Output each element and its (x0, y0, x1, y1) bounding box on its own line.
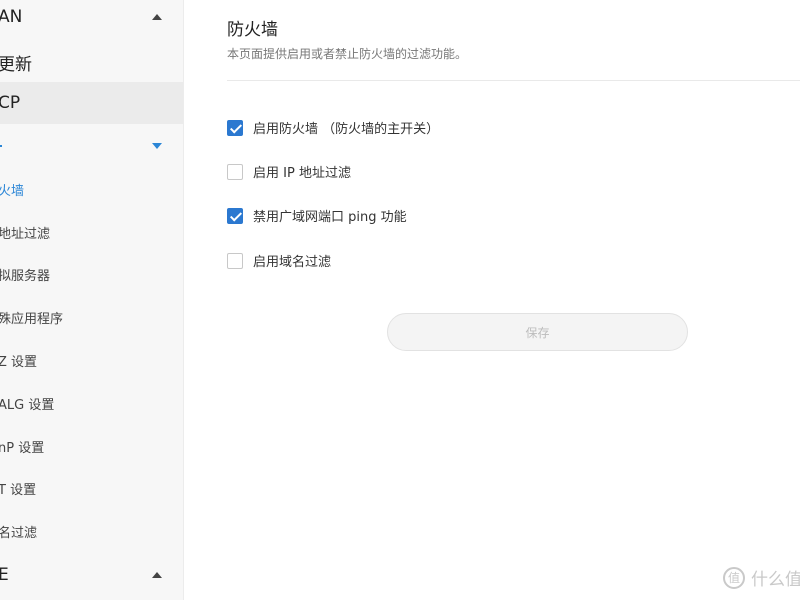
checkbox-checked[interactable] (227, 119, 243, 136)
sidebar-item-label: 火墙 (0, 183, 25, 199)
option-enable-firewall[interactable]: 启用防火墙 （防火墙的主开关） (227, 118, 439, 137)
checkbox-unchecked[interactable] (227, 252, 243, 269)
sidebar-item-domain-filter[interactable]: 名过滤 (0, 519, 183, 543)
sidebar-item-update[interactable]: 更新 (0, 43, 183, 81)
main-content: 防火墙 本页面提供启用或者禁止防火墙的过滤功能。 启用防火墙 （防火墙的主开关）… (184, 0, 800, 600)
watermark-logo-icon: 值 (723, 566, 745, 589)
sidebar-group-wan[interactable]: AN (0, 0, 183, 34)
sidebar-item-dmz[interactable]: Z 设置 (0, 348, 183, 372)
option-label: 启用域名过滤 (253, 255, 332, 270)
option-enable-ip-filter[interactable]: 启用 IP 地址过滤 (227, 162, 351, 181)
checkbox-unchecked[interactable] (227, 163, 243, 180)
watermark-text: 什么值 (751, 570, 800, 590)
option-label: 启用 IP 地址过滤 (253, 166, 351, 181)
sidebar-item-virtual-server[interactable]: 拟服务器 (0, 262, 183, 286)
option-enable-domain-filter[interactable]: 启用域名过滤 (227, 251, 331, 270)
sidebar-item-label: 名过滤 (0, 525, 38, 541)
router-admin-page: AN 更新 CP 火墙 地址过滤 拟服务器 殊应用程序 Z 设置 ALG 设置 … (0, 0, 800, 600)
sidebar-item-firewall[interactable]: 火墙 (0, 177, 183, 201)
sidebar-item-dhcp[interactable]: CP (0, 82, 183, 124)
sidebar-item-label: E (0, 565, 9, 585)
sidebar-item-label: nP 设置 (0, 440, 45, 456)
sidebar-item-alg[interactable]: ALG 设置 (0, 391, 183, 415)
sidebar-group-security[interactable] (0, 128, 183, 164)
sidebar-item-label: CP (0, 93, 21, 113)
chevron-up-icon (152, 572, 162, 578)
sidebar-item-special-apps[interactable]: 殊应用程序 (0, 305, 183, 329)
sidebar-item-label: 拟服务器 (0, 268, 51, 284)
sidebar-item-label: 殊应用程序 (0, 311, 64, 327)
active-group-marker (0, 145, 2, 147)
sidebar-item-label: Z 设置 (0, 354, 38, 370)
sidebar-item-label: ALG 设置 (0, 397, 55, 413)
page-description: 本页面提供启用或者禁止防火墙的过滤功能。 (227, 47, 468, 61)
sidebar-item-label: T 设置 (0, 482, 37, 498)
checkbox-checked[interactable] (227, 207, 243, 224)
option-label: 启用防火墙 （防火墙的主开关） (253, 122, 440, 137)
option-label: 禁用广域网端口 ping 功能 (253, 210, 407, 225)
watermark: 值 什么值 (723, 565, 800, 590)
sidebar-item-label: 更新 (0, 54, 32, 75)
chevron-down-icon (152, 143, 162, 149)
chevron-up-icon (152, 14, 162, 20)
sidebar-item-label: AN (0, 7, 23, 27)
divider (227, 80, 800, 81)
sidebar-item-upnp[interactable]: nP 设置 (0, 434, 183, 458)
sidebar-item-ip-filter[interactable]: 地址过滤 (0, 220, 183, 244)
sidebar-item-label: 地址过滤 (0, 226, 51, 242)
sidebar: AN 更新 CP 火墙 地址过滤 拟服务器 殊应用程序 Z 设置 ALG 设置 … (0, 0, 184, 600)
sidebar-group-bottom[interactable]: E (0, 560, 183, 590)
save-button[interactable]: 保存 (387, 313, 688, 351)
page-title: 防火墙 (227, 20, 278, 40)
option-disable-wan-ping[interactable]: 禁用广域网端口 ping 功能 (227, 206, 407, 225)
sidebar-item-nat[interactable]: T 设置 (0, 476, 183, 500)
